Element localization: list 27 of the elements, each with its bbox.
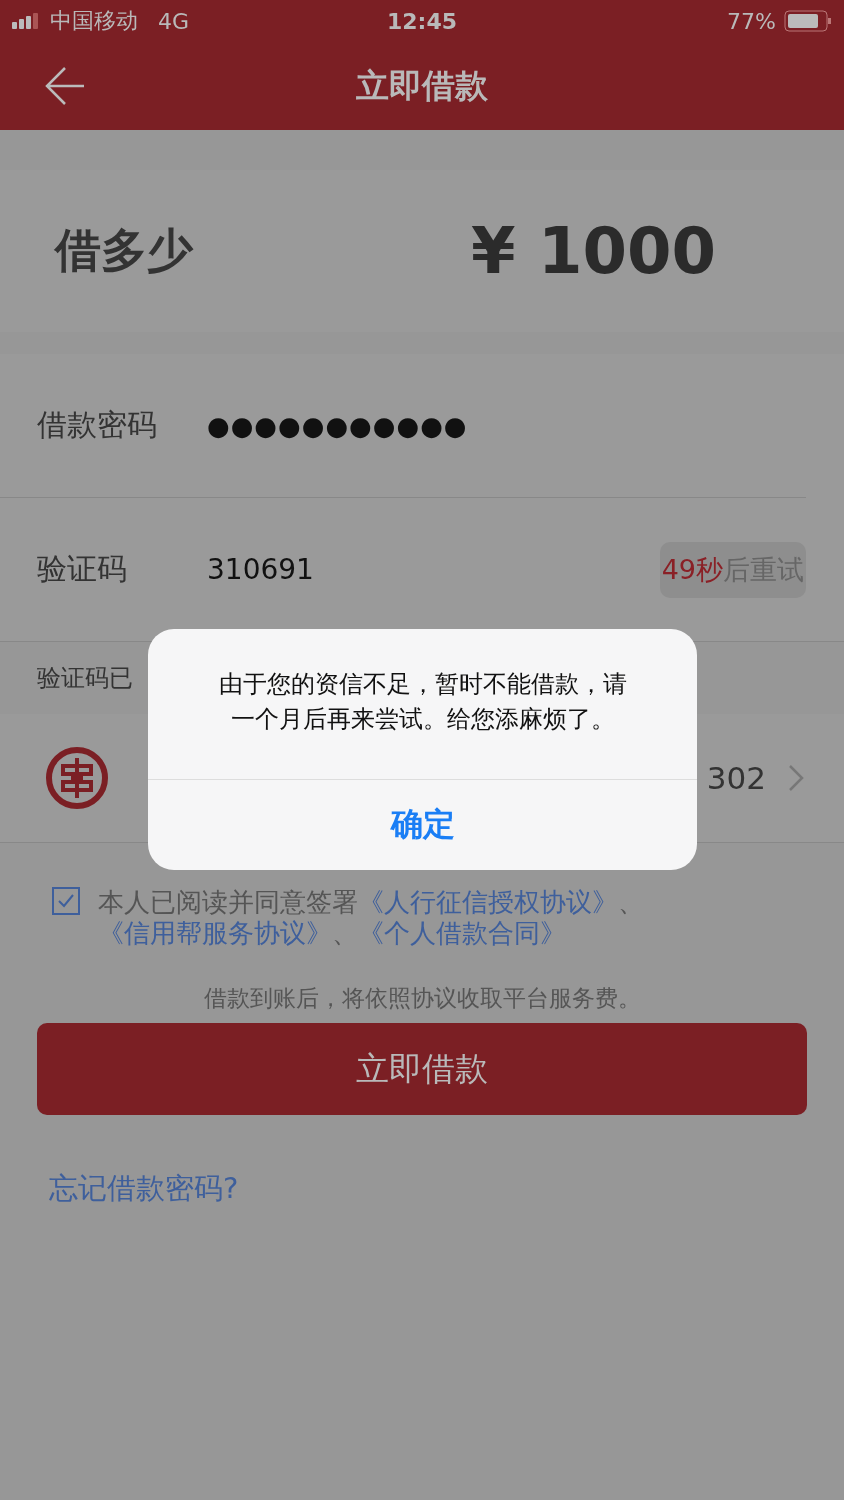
bank-logo-icon [45, 746, 109, 810]
amount-value: ¥ 1000 [471, 214, 716, 288]
agreement-link[interactable]: 《信用帮服务协议》 [98, 918, 332, 948]
password-field[interactable]: ●●●●●●●●●●● [207, 410, 468, 441]
clock-time: 12:45 [387, 8, 457, 34]
submit-button[interactable]: 立即借款 [37, 1023, 807, 1115]
confirm-button[interactable]: 确定 [148, 780, 697, 870]
chevron-right-icon[interactable] [788, 764, 804, 792]
network-type: 4G [158, 8, 190, 34]
amount-label: 借多少 [55, 222, 193, 279]
battery-icon [784, 10, 832, 32]
agreement-link[interactable]: 《人行征信授权协议》 [358, 887, 618, 917]
back-arrow-icon[interactable] [45, 67, 85, 105]
card-number: 302 [706, 760, 766, 796]
battery-percent: 77% [727, 8, 776, 34]
agreement-text: 本人已阅读并同意签署《人行征信授权协议》、 《信用帮服务协议》、《个人借款合同》 [98, 887, 645, 950]
code-field[interactable]: 310691 [207, 553, 660, 586]
carrier-name: 中国移动 [50, 7, 138, 35]
field-label: 借款密码 [37, 406, 158, 444]
checkbox[interactable] [52, 887, 80, 915]
dialog-message: 由于您的资信不足，暂时不能借款，请一个月后再来尝试。给您添麻烦了。 [148, 629, 697, 780]
forgot-password-link[interactable]: 忘记借款密码? [49, 1169, 239, 1209]
code-sent-hint: 验证码已 [37, 663, 133, 694]
agreement-link[interactable]: 《个人借款合同》 [358, 918, 566, 948]
page-title: 立即借款 [356, 64, 488, 107]
fee-note: 借款到账后，将依照协议收取平台服务费。 [202, 984, 642, 1013]
field-label: 验证码 [37, 550, 128, 588]
